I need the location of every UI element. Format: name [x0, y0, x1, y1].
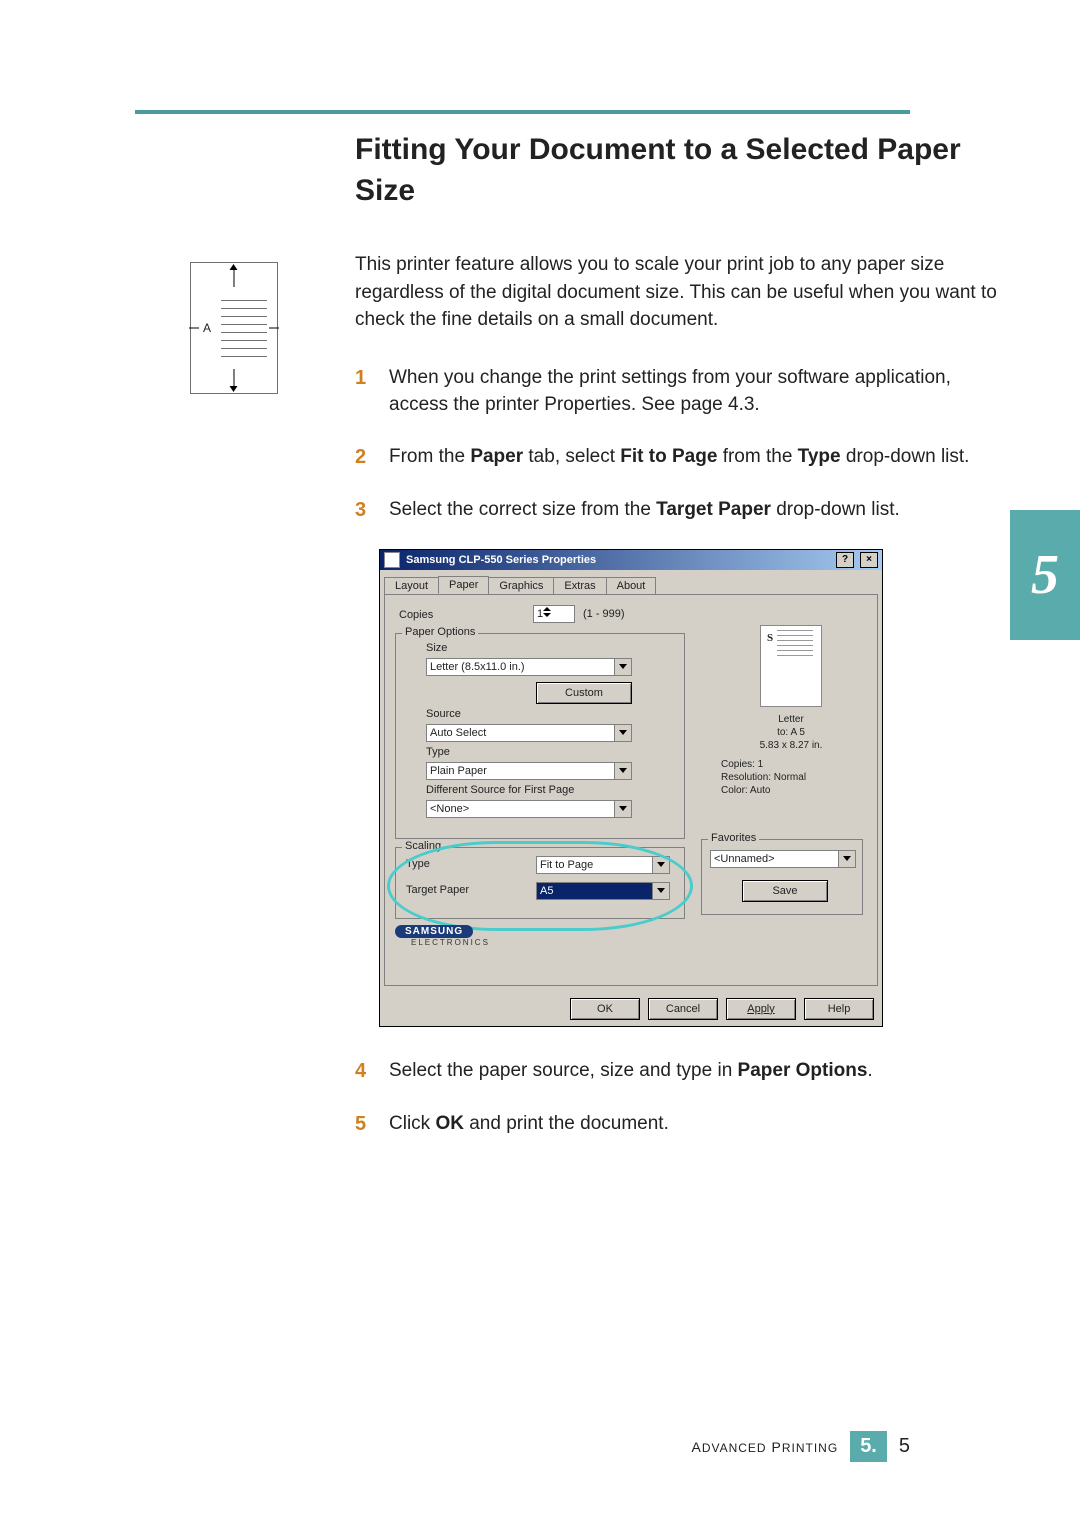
size-select[interactable]: Letter (8.5x11.0 in.) — [426, 658, 632, 676]
preview-pane: S Letter to: A 5 5.83 x 8.27 in. Copies:… — [721, 615, 861, 797]
target-paper-select[interactable]: A5 — [536, 882, 670, 900]
tab-panel: Copies 1 (1 - 999) Paper Options — [384, 594, 878, 986]
chevron-down-icon — [614, 763, 631, 779]
scaling-group: Scaling Type Fit to Page Target Paper A5 — [395, 847, 685, 919]
tab-layout[interactable]: Layout — [384, 577, 439, 595]
section-name: ADVANCED PRINTING — [691, 1439, 838, 1455]
step-text: When you change the print settings from … — [389, 364, 1005, 419]
copies-label: Copies — [399, 609, 433, 621]
dialog-footer-buttons: OK Cancel Apply Help — [570, 998, 874, 1020]
help-button[interactable]: ? — [836, 552, 854, 568]
step-number: 2 — [355, 443, 375, 472]
type-select[interactable]: Plain Paper — [426, 762, 632, 780]
step-5: 5 Click OK and print the document. — [355, 1110, 1005, 1139]
preview-settings: Copies: 1 Resolution: Normal Color: Auto — [721, 758, 861, 797]
step-number: 3 — [355, 496, 375, 525]
step-text: Click OK and print the document. — [389, 1110, 1005, 1139]
step-text: Select the paper source, size and type i… — [389, 1057, 1005, 1086]
tab-strip: Layout Paper Graphics Extras About — [384, 576, 878, 594]
first-page-source-select[interactable]: <None> — [426, 800, 632, 818]
samsung-brand: SAMSUNG ELECTRONICS — [395, 925, 490, 947]
chapter-number: 5 — [1031, 543, 1059, 607]
icon-letter: A — [203, 321, 211, 335]
cancel-button[interactable]: Cancel — [648, 998, 718, 1020]
first-page-source-label: Different Source for First Page — [426, 784, 574, 796]
content-column: Fitting Your Document to a Selected Pape… — [355, 130, 1005, 1163]
preview-paper: Letter to: A 5 5.83 x 8.27 in. — [721, 713, 861, 752]
page-number: 5 — [899, 1435, 910, 1458]
step-text: Select the correct size from the Target … — [389, 496, 1005, 525]
chevron-down-icon — [652, 857, 669, 873]
step-1: 1 When you change the print settings fro… — [355, 364, 1005, 419]
dialog-title: Samsung CLP-550 Series Properties — [406, 554, 596, 566]
fit-to-page-icon: A — [190, 262, 278, 394]
chevron-down-icon — [614, 801, 631, 817]
tab-paper[interactable]: Paper — [438, 576, 489, 594]
group-legend: Favorites — [708, 832, 759, 844]
copies-range: (1 - 999) — [583, 608, 625, 620]
scaling-type-select[interactable]: Fit to Page — [536, 856, 670, 874]
preview-s: S — [767, 632, 773, 644]
scaling-type-label: Type — [406, 858, 430, 870]
source-label: Source — [426, 708, 461, 720]
apply-button[interactable]: Apply — [726, 998, 796, 1020]
tab-graphics[interactable]: Graphics — [488, 577, 554, 595]
favorites-save-button[interactable]: Save — [742, 880, 828, 902]
tab-about[interactable]: About — [606, 577, 657, 595]
chapter-badge: 5. — [850, 1431, 887, 1462]
page-footer: ADVANCED PRINTING 5. 5 — [691, 1431, 910, 1462]
paper-options-group: Paper Options Size Letter (8.5x11.0 in.)… — [395, 633, 685, 839]
favorites-select[interactable]: <Unnamed> — [710, 850, 856, 868]
close-button[interactable]: × — [860, 552, 878, 568]
step-number: 1 — [355, 364, 375, 419]
type-label: Type — [426, 746, 450, 758]
top-rule — [135, 110, 910, 114]
step-3: 3 Select the correct size from the Targe… — [355, 496, 1005, 525]
step-2: 2 From the Paper tab, select Fit to Page… — [355, 443, 1005, 472]
ok-button[interactable]: OK — [570, 998, 640, 1020]
step-4: 4 Select the paper source, size and type… — [355, 1057, 1005, 1086]
source-select[interactable]: Auto Select — [426, 724, 632, 742]
properties-dialog-screenshot: Samsung CLP-550 Series Properties ? × La… — [379, 549, 1005, 1027]
copies-input[interactable]: 1 — [533, 605, 575, 623]
preview-page-icon: S — [760, 625, 822, 707]
group-legend: Paper Options — [402, 626, 478, 638]
chevron-down-icon — [652, 883, 669, 899]
size-label: Size — [426, 642, 447, 654]
printer-icon — [384, 552, 400, 568]
step-number: 4 — [355, 1057, 375, 1086]
chevron-down-icon — [838, 851, 855, 867]
target-paper-label: Target Paper — [406, 884, 469, 896]
page-title: Fitting Your Document to a Selected Pape… — [355, 130, 1005, 211]
favorites-group: Favorites <Unnamed> Save — [701, 839, 863, 915]
custom-button[interactable]: Custom — [536, 682, 632, 704]
chapter-side-tab: 5 — [1010, 510, 1080, 640]
dlg-help-button[interactable]: Help — [804, 998, 874, 1020]
manual-page: 5 A Fitting Your Document to a Selected … — [0, 0, 1080, 1526]
chevron-down-icon — [614, 725, 631, 741]
spinner-icon[interactable] — [543, 607, 551, 620]
group-legend: Scaling — [402, 840, 444, 852]
margin-illustration: A — [190, 262, 300, 394]
step-number: 5 — [355, 1110, 375, 1139]
properties-dialog: Samsung CLP-550 Series Properties ? × La… — [379, 549, 883, 1027]
tab-extras[interactable]: Extras — [553, 577, 606, 595]
chevron-down-icon — [614, 659, 631, 675]
dialog-titlebar: Samsung CLP-550 Series Properties ? × — [380, 550, 882, 570]
step-text: From the Paper tab, select Fit to Page f… — [389, 443, 1005, 472]
intro-paragraph: This printer feature allows you to scale… — [355, 251, 1005, 334]
